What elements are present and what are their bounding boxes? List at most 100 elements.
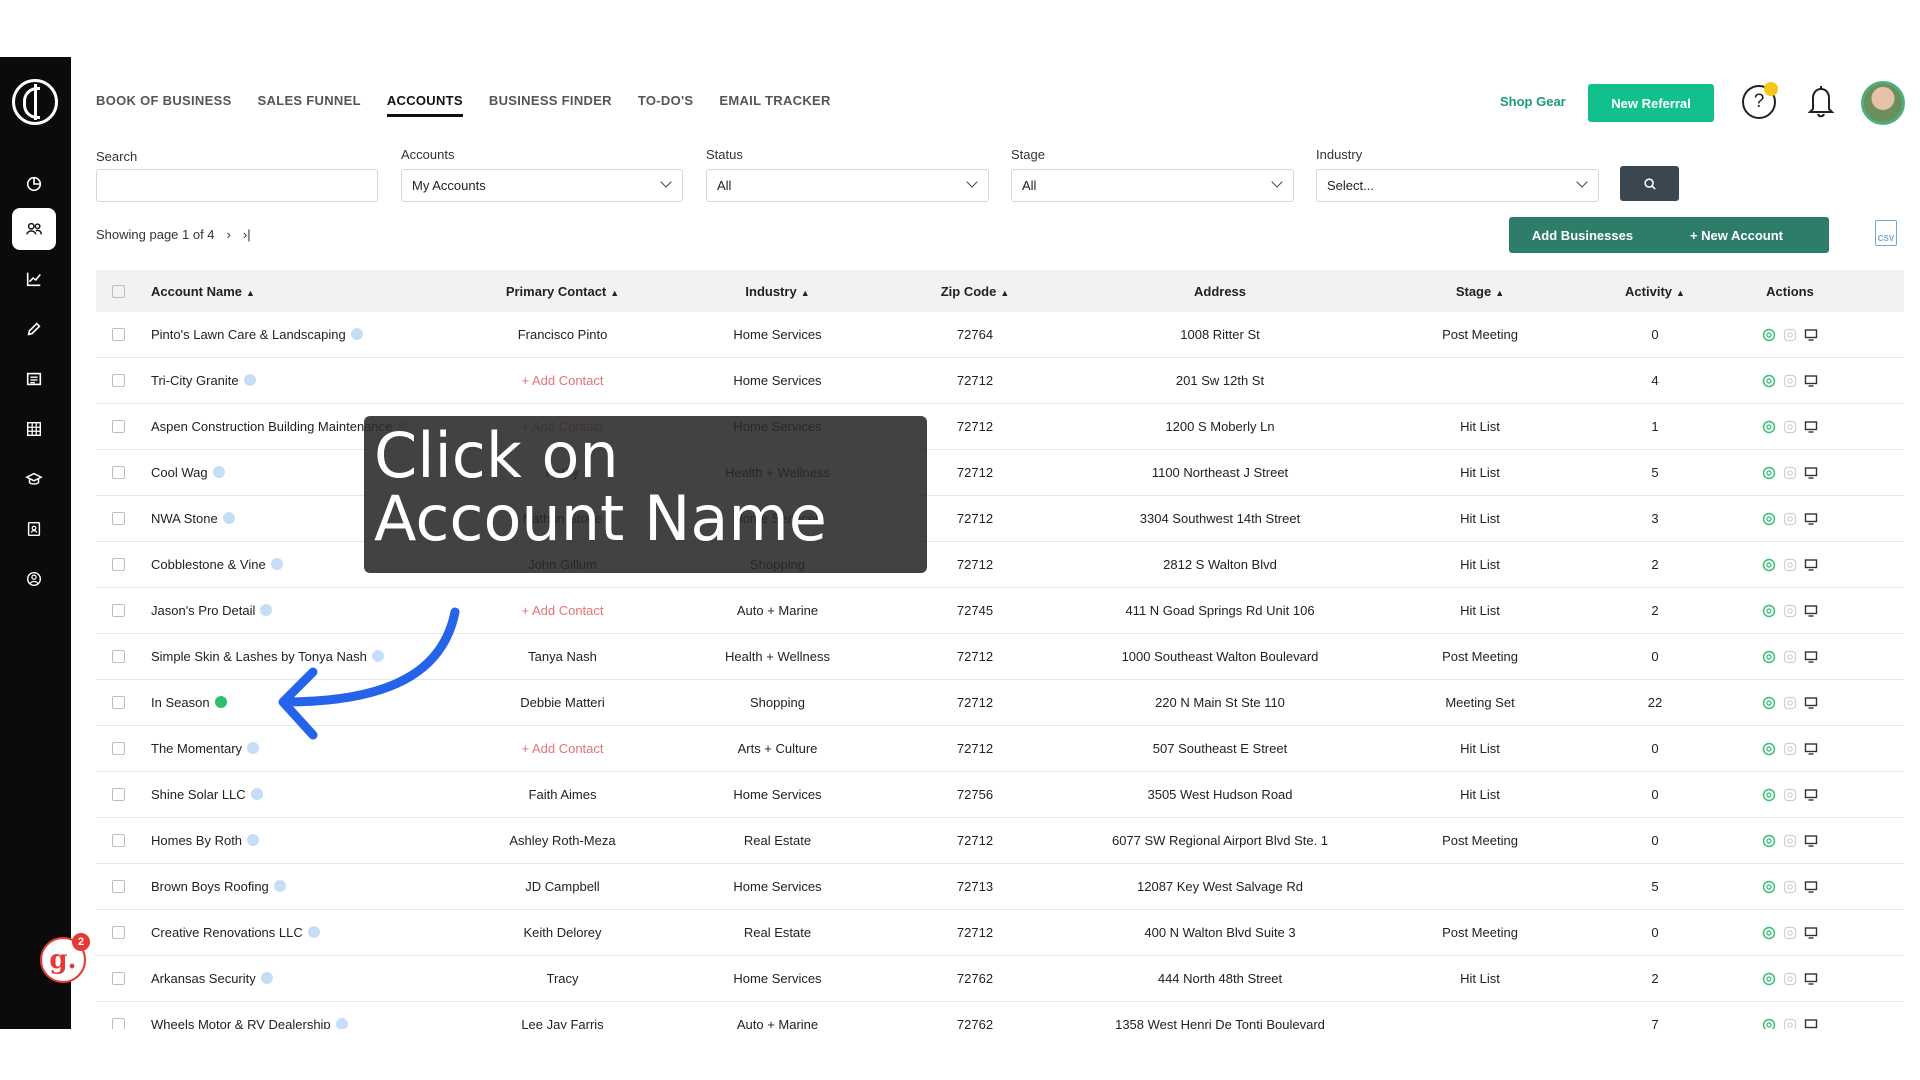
account-name-cell[interactable]: Arkansas Security [125, 971, 440, 986]
target-icon[interactable] [1762, 512, 1776, 526]
csv-export-icon[interactable]: CSV [1875, 220, 1897, 246]
row-checkbox[interactable] [112, 788, 125, 801]
pencil-icon[interactable] [12, 308, 56, 350]
record-icon[interactable] [1783, 512, 1797, 526]
table-row[interactable]: Wheels Motor & RV Dealership Lee Jay Farr… [96, 1002, 1904, 1029]
monitor-icon[interactable] [1804, 512, 1818, 526]
target-icon[interactable] [1762, 466, 1776, 480]
add-contact-link[interactable]: + Add Contact [440, 373, 685, 388]
account-name-link[interactable]: Cool Wag [151, 465, 208, 480]
record-icon[interactable] [1783, 374, 1797, 388]
col-activity[interactable]: Activity ▲ [1600, 284, 1710, 299]
record-icon[interactable] [1783, 834, 1797, 848]
account-name-cell[interactable]: Homes By Roth [125, 833, 440, 848]
target-icon[interactable] [1762, 926, 1776, 940]
target-icon[interactable] [1762, 788, 1776, 802]
monitor-icon[interactable] [1804, 328, 1818, 342]
monitor-icon[interactable] [1804, 466, 1818, 480]
tab-accounts[interactable]: ACCOUNTS [386, 93, 463, 117]
monitor-icon[interactable] [1804, 742, 1818, 756]
account-name-cell[interactable]: Tri-City Granite [125, 373, 440, 388]
chart-line-icon[interactable] [12, 258, 56, 300]
row-checkbox[interactable] [112, 972, 125, 985]
industry-select[interactable]: Select... [1316, 169, 1599, 202]
account-name-cell[interactable]: Brown Boys Roofing [125, 879, 440, 894]
record-icon[interactable] [1783, 880, 1797, 894]
row-checkbox[interactable] [112, 834, 125, 847]
monitor-icon[interactable] [1804, 696, 1818, 710]
account-name-link[interactable]: Shine Solar LLC [151, 787, 246, 802]
record-icon[interactable] [1783, 558, 1797, 572]
account-name-link[interactable]: Cobblestone & Vine [151, 557, 266, 572]
target-icon[interactable] [1762, 328, 1776, 342]
account-name-link[interactable]: Homes By Roth [151, 833, 242, 848]
monitor-icon[interactable] [1804, 788, 1818, 802]
accounts-people-icon[interactable] [12, 208, 56, 250]
tab-business-finder[interactable]: BUSINESS FINDER [489, 93, 612, 117]
account-name-cell[interactable]: Pinto's Lawn Care & Landscaping [125, 327, 440, 342]
status-select[interactable]: All [706, 169, 989, 202]
target-icon[interactable] [1762, 374, 1776, 388]
record-icon[interactable] [1783, 788, 1797, 802]
row-checkbox[interactable] [112, 1018, 125, 1029]
account-name-link[interactable]: Jason's Pro Detail [151, 603, 255, 618]
g2-badge[interactable]: g. 2 [40, 933, 90, 983]
row-checkbox[interactable] [112, 420, 125, 433]
record-icon[interactable] [1783, 742, 1797, 756]
account-name-link[interactable]: Brown Boys Roofing [151, 879, 269, 894]
app-logo[interactable] [12, 79, 58, 125]
account-name-link[interactable]: Pinto's Lawn Care & Landscaping [151, 327, 346, 342]
table-row[interactable]: Homes By Roth Ashley Roth-Meza Real Estate… [96, 818, 1904, 864]
target-icon[interactable] [1762, 650, 1776, 664]
stage-select[interactable]: All [1011, 169, 1294, 202]
target-icon[interactable] [1762, 558, 1776, 572]
new-referral-button[interactable]: New Referral [1588, 84, 1714, 122]
col-stage[interactable]: Stage ▲ [1360, 284, 1600, 299]
shop-gear-link[interactable]: Shop Gear [1500, 94, 1566, 109]
target-icon[interactable] [1762, 834, 1776, 848]
dashboard-icon[interactable] [12, 163, 56, 205]
grid-icon[interactable] [12, 408, 56, 450]
table-row[interactable]: Brown Boys Roofing JD Campbell Home Servic… [96, 864, 1904, 910]
account-name-cell[interactable]: Creative Renovations LLC [125, 925, 440, 940]
bell-icon[interactable] [1804, 83, 1838, 119]
row-checkbox[interactable] [112, 696, 125, 709]
newspaper-icon[interactable] [12, 358, 56, 400]
monitor-icon[interactable] [1804, 374, 1818, 388]
account-name-link[interactable]: Arkansas Security [151, 971, 256, 986]
record-icon[interactable] [1783, 972, 1797, 986]
target-icon[interactable] [1762, 604, 1776, 618]
record-icon[interactable] [1783, 926, 1797, 940]
target-icon[interactable] [1762, 696, 1776, 710]
col-zip-code[interactable]: Zip Code ▲ [870, 284, 1080, 299]
table-row[interactable]: Arkansas Security Tracy Home Services 72762… [96, 956, 1904, 1002]
target-icon[interactable] [1762, 972, 1776, 986]
account-name-link[interactable]: The Momentary [151, 741, 242, 756]
target-icon[interactable] [1762, 742, 1776, 756]
monitor-icon[interactable] [1804, 834, 1818, 848]
record-icon[interactable] [1783, 604, 1797, 618]
record-icon[interactable] [1783, 650, 1797, 664]
select-all-checkbox[interactable] [112, 284, 125, 298]
table-row[interactable]: Tri-City Granite + Add Contact Home Servic… [96, 358, 1904, 404]
graduation-cap-icon[interactable] [12, 458, 56, 500]
monitor-icon[interactable] [1804, 972, 1818, 986]
account-name-link[interactable]: Aspen Construction Building Maintenance [151, 419, 392, 434]
row-checkbox[interactable] [112, 742, 125, 755]
monitor-icon[interactable] [1804, 604, 1818, 618]
monitor-icon[interactable] [1804, 1018, 1818, 1030]
account-name-link[interactable]: Creative Renovations LLC [151, 925, 303, 940]
table-row[interactable]: Creative Renovations LLC Keith Delorey Rea… [96, 910, 1904, 956]
monitor-icon[interactable] [1804, 926, 1818, 940]
col-primary-contact[interactable]: Primary Contact ▲ [440, 284, 685, 299]
record-icon[interactable] [1783, 696, 1797, 710]
row-checkbox[interactable] [112, 512, 125, 525]
row-checkbox[interactable] [112, 926, 125, 939]
tab-to-dos[interactable]: TO-DO'S [638, 93, 694, 117]
col-industry[interactable]: Industry ▲ [685, 284, 870, 299]
record-icon[interactable] [1783, 328, 1797, 342]
search-input[interactable] [96, 169, 378, 202]
row-checkbox[interactable] [112, 604, 125, 617]
row-checkbox[interactable] [112, 558, 125, 571]
avatar[interactable] [1861, 81, 1905, 125]
